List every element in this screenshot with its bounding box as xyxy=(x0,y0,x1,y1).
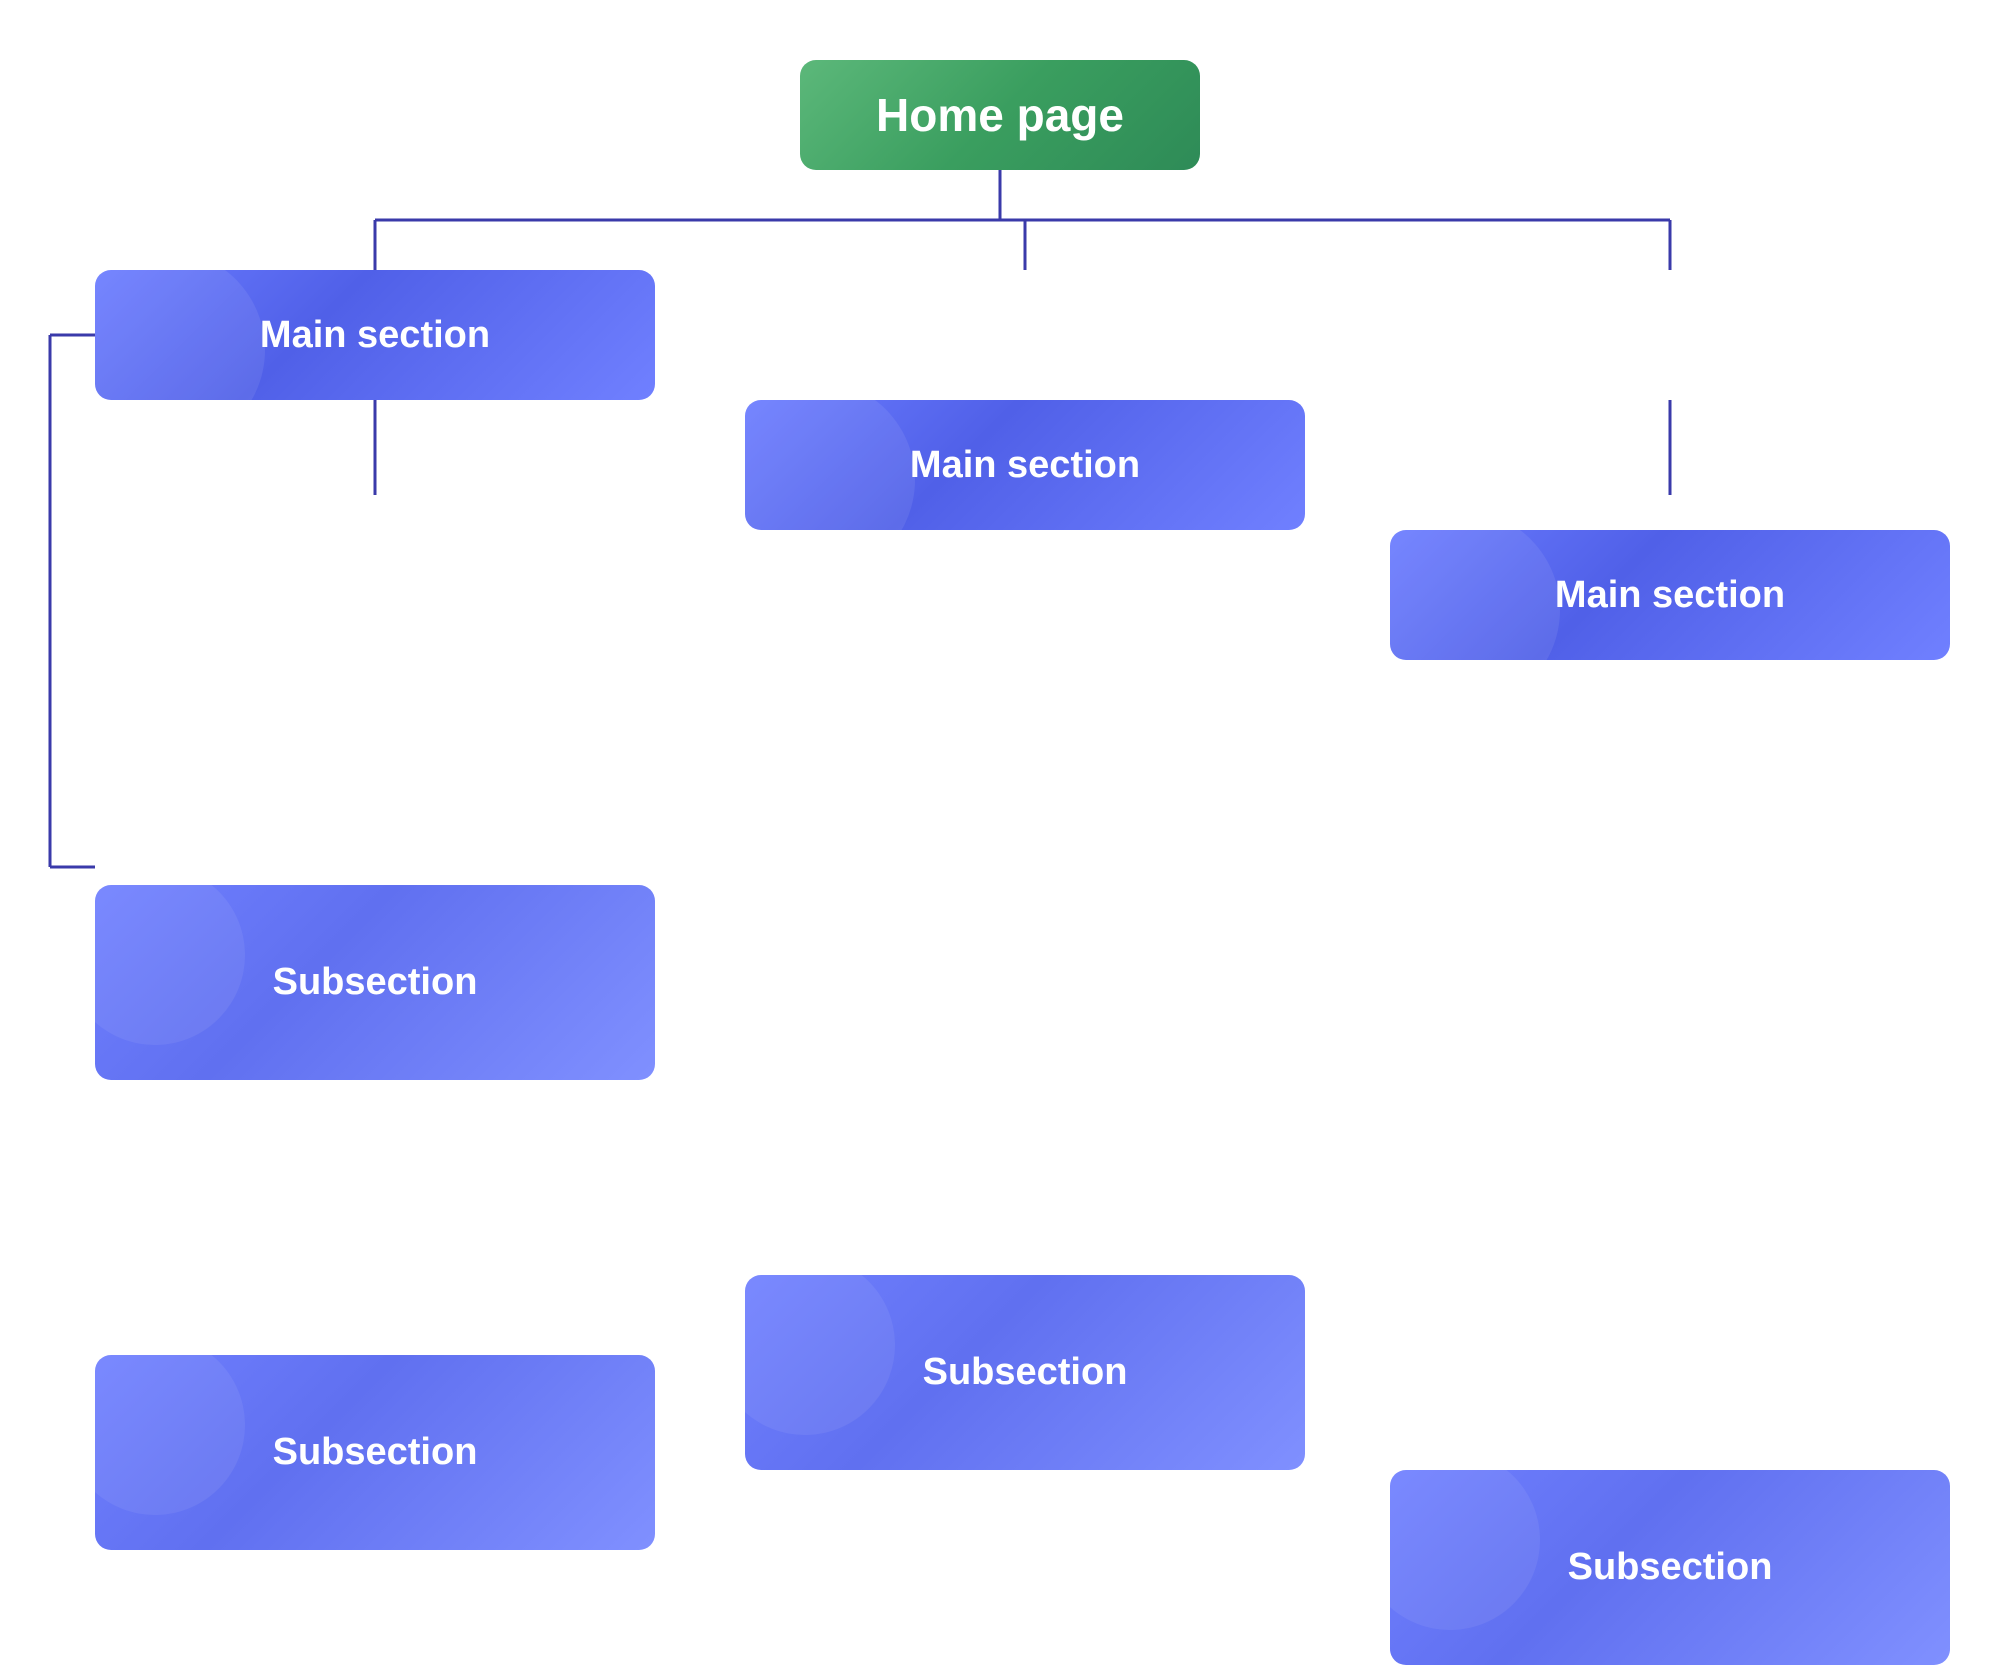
main-section-2-node[interactable]: Main section xyxy=(745,400,1305,530)
subsection-3-label: Subsection xyxy=(1568,1546,1773,1589)
subsection-1b-node[interactable]: Subsection xyxy=(95,1355,655,1550)
subsection-2-node[interactable]: Subsection xyxy=(745,1275,1305,1470)
subsection-2-label: Subsection xyxy=(923,1351,1128,1394)
diagram: Home page Main section Main section Main… xyxy=(0,0,2000,1221)
main-section-1-node[interactable]: Main section xyxy=(95,270,655,400)
subsection-3-node[interactable]: Subsection xyxy=(1390,1470,1950,1665)
subsection-1b-label: Subsection xyxy=(273,1431,478,1474)
main-section-3-node[interactable]: Main section xyxy=(1390,530,1950,660)
home-page-label: Home page xyxy=(876,88,1124,142)
main-section-3-label: Main section xyxy=(1555,574,1785,617)
subsection-1a-label: Subsection xyxy=(273,961,478,1004)
subsection-1a-node[interactable]: Subsection xyxy=(95,885,655,1080)
home-page-node[interactable]: Home page xyxy=(800,60,1200,170)
main-section-2-label: Main section xyxy=(910,444,1140,487)
main-section-1-label: Main section xyxy=(260,314,490,357)
